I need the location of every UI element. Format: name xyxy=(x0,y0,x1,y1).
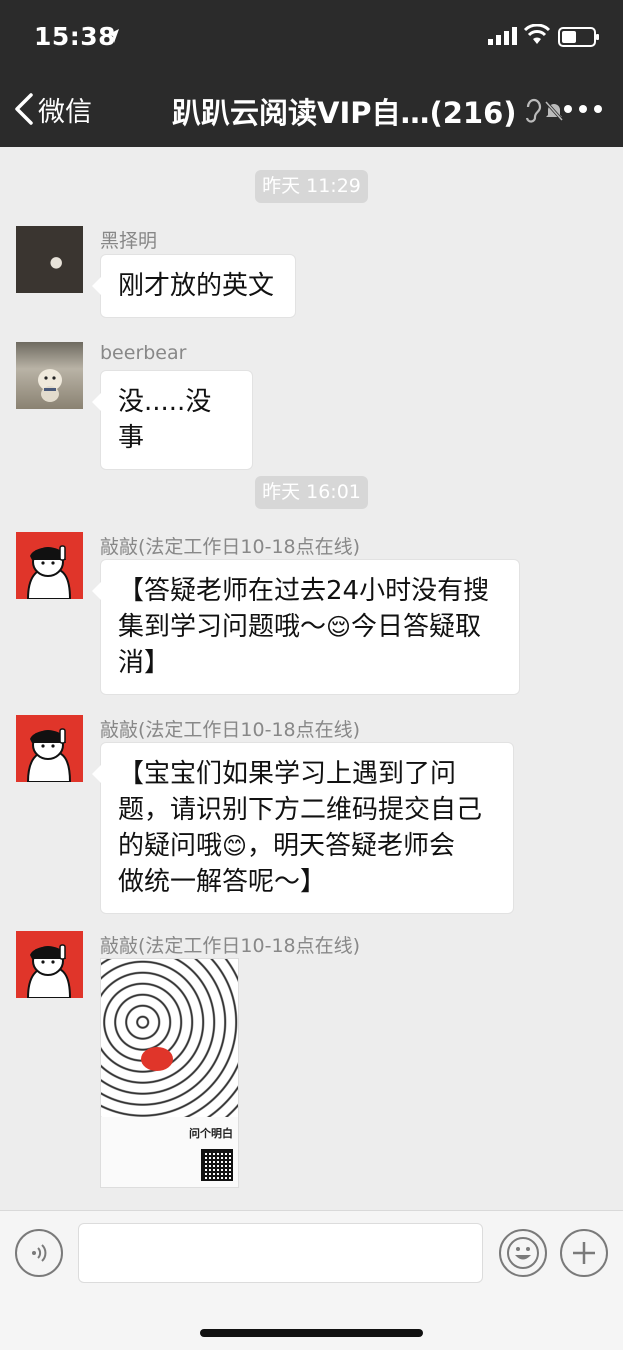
qr-code-icon xyxy=(201,1149,233,1181)
voice-icon xyxy=(32,1244,47,1262)
relieved-emoji-icon: 😌 xyxy=(326,613,352,641)
cartoon-red-avatar xyxy=(26,545,72,599)
cartoon-red-avatar xyxy=(26,728,72,782)
status-time: 15:38 xyxy=(34,22,117,51)
dog-photo-avatar xyxy=(38,369,62,402)
message-line: 题，请识别下方二维码提交自己 xyxy=(118,795,483,825)
chevron-left-icon xyxy=(15,93,33,125)
smile-emoji-icon: 😊 xyxy=(222,832,248,860)
message-text: 刚才放的英文 xyxy=(118,271,275,301)
message-line: 【宝宝们如果学习上遇到了问 xyxy=(118,759,457,789)
nav-bar: 微信 趴趴云阅读VIP自…(216) xyxy=(0,70,623,147)
poster-title: 问个明白 xyxy=(189,1127,233,1140)
home-indicator xyxy=(200,1329,423,1337)
avatar[interactable] xyxy=(16,342,83,409)
message-line: 的疑问哦😊，明天答疑老师会 xyxy=(118,828,496,864)
message-line: 消】 xyxy=(118,648,171,678)
message-bubble[interactable]: 【答疑老师在过去24小时没有搜 集到学习问题哦～😌今日答疑取 消】 xyxy=(92,559,520,695)
avatar[interactable] xyxy=(16,715,83,782)
message-line: 做统一解答呢～】 xyxy=(118,867,327,897)
image-message[interactable]: 问个明白 xyxy=(100,958,239,1188)
timestamp: 昨天 11:29 xyxy=(255,170,368,203)
poster-illustration xyxy=(101,959,238,1117)
back-label: 微信 xyxy=(38,96,92,128)
message-line: 集到学习问题哦～😌今日答疑取 xyxy=(118,609,502,645)
message-bubble[interactable]: 没.....没事 xyxy=(92,370,253,470)
chat-area[interactable]: 昨天 11:29 黑择明 刚才放的英文 beerbear 没.....没事 昨天… xyxy=(0,147,623,1210)
ear-icon xyxy=(525,98,542,123)
message-bubble[interactable]: 刚才放的英文 xyxy=(92,254,296,318)
chat-title: 趴趴云阅读VIP自…(216) xyxy=(172,96,517,130)
sender-name: 敲敲(法定工作日10-18点在线) xyxy=(100,719,361,741)
emoji-button[interactable] xyxy=(499,1229,547,1277)
sender-name: beerbear xyxy=(100,342,187,364)
plus-icon xyxy=(573,1242,595,1264)
message-line: 【答疑老师在过去24小时没有搜 xyxy=(118,576,490,606)
message-input[interactable] xyxy=(78,1223,483,1283)
message-text: 今日答疑取 xyxy=(351,612,482,642)
sender-name: 敲敲(法定工作日10-18点在线) xyxy=(100,935,361,957)
message-text: 集到学习问题哦～ xyxy=(118,612,327,642)
timestamp: 昨天 16:01 xyxy=(255,476,368,509)
cellular-signal-icon xyxy=(488,27,517,45)
emoji-icon xyxy=(507,1237,539,1269)
message-text: 的疑问哦 xyxy=(118,831,223,861)
message-bubble[interactable]: 【宝宝们如果学习上遇到了问 题，请识别下方二维码提交自己 的疑问哦😊，明天答疑老… xyxy=(92,742,514,914)
plus-button[interactable] xyxy=(560,1229,608,1277)
avatar[interactable] xyxy=(16,532,83,599)
battery-icon xyxy=(558,27,599,47)
cartoon-red-avatar xyxy=(26,944,72,998)
sender-name: 敲敲(法定工作日10-18点在线) xyxy=(100,536,361,558)
back-button[interactable]: 微信 xyxy=(14,92,92,128)
poster-logo-badge xyxy=(141,1047,173,1071)
voice-button[interactable] xyxy=(15,1229,63,1277)
message-text: 没.....没事 xyxy=(118,387,212,453)
avatar[interactable] xyxy=(16,226,83,293)
message-text: ，明天答疑老师会 xyxy=(247,831,456,861)
input-bar xyxy=(0,1210,623,1350)
more-icon[interactable] xyxy=(563,104,603,114)
avatar[interactable] xyxy=(16,931,83,998)
status-bar: 15:38 xyxy=(0,0,623,70)
wifi-icon xyxy=(523,24,551,44)
location-arrow-icon xyxy=(107,29,119,43)
top-bar: 15:38 微信 趴趴云阅读VIP自…(216) xyxy=(0,0,623,147)
sender-name: 黑择明 xyxy=(100,230,158,252)
mute-icon xyxy=(544,101,564,121)
